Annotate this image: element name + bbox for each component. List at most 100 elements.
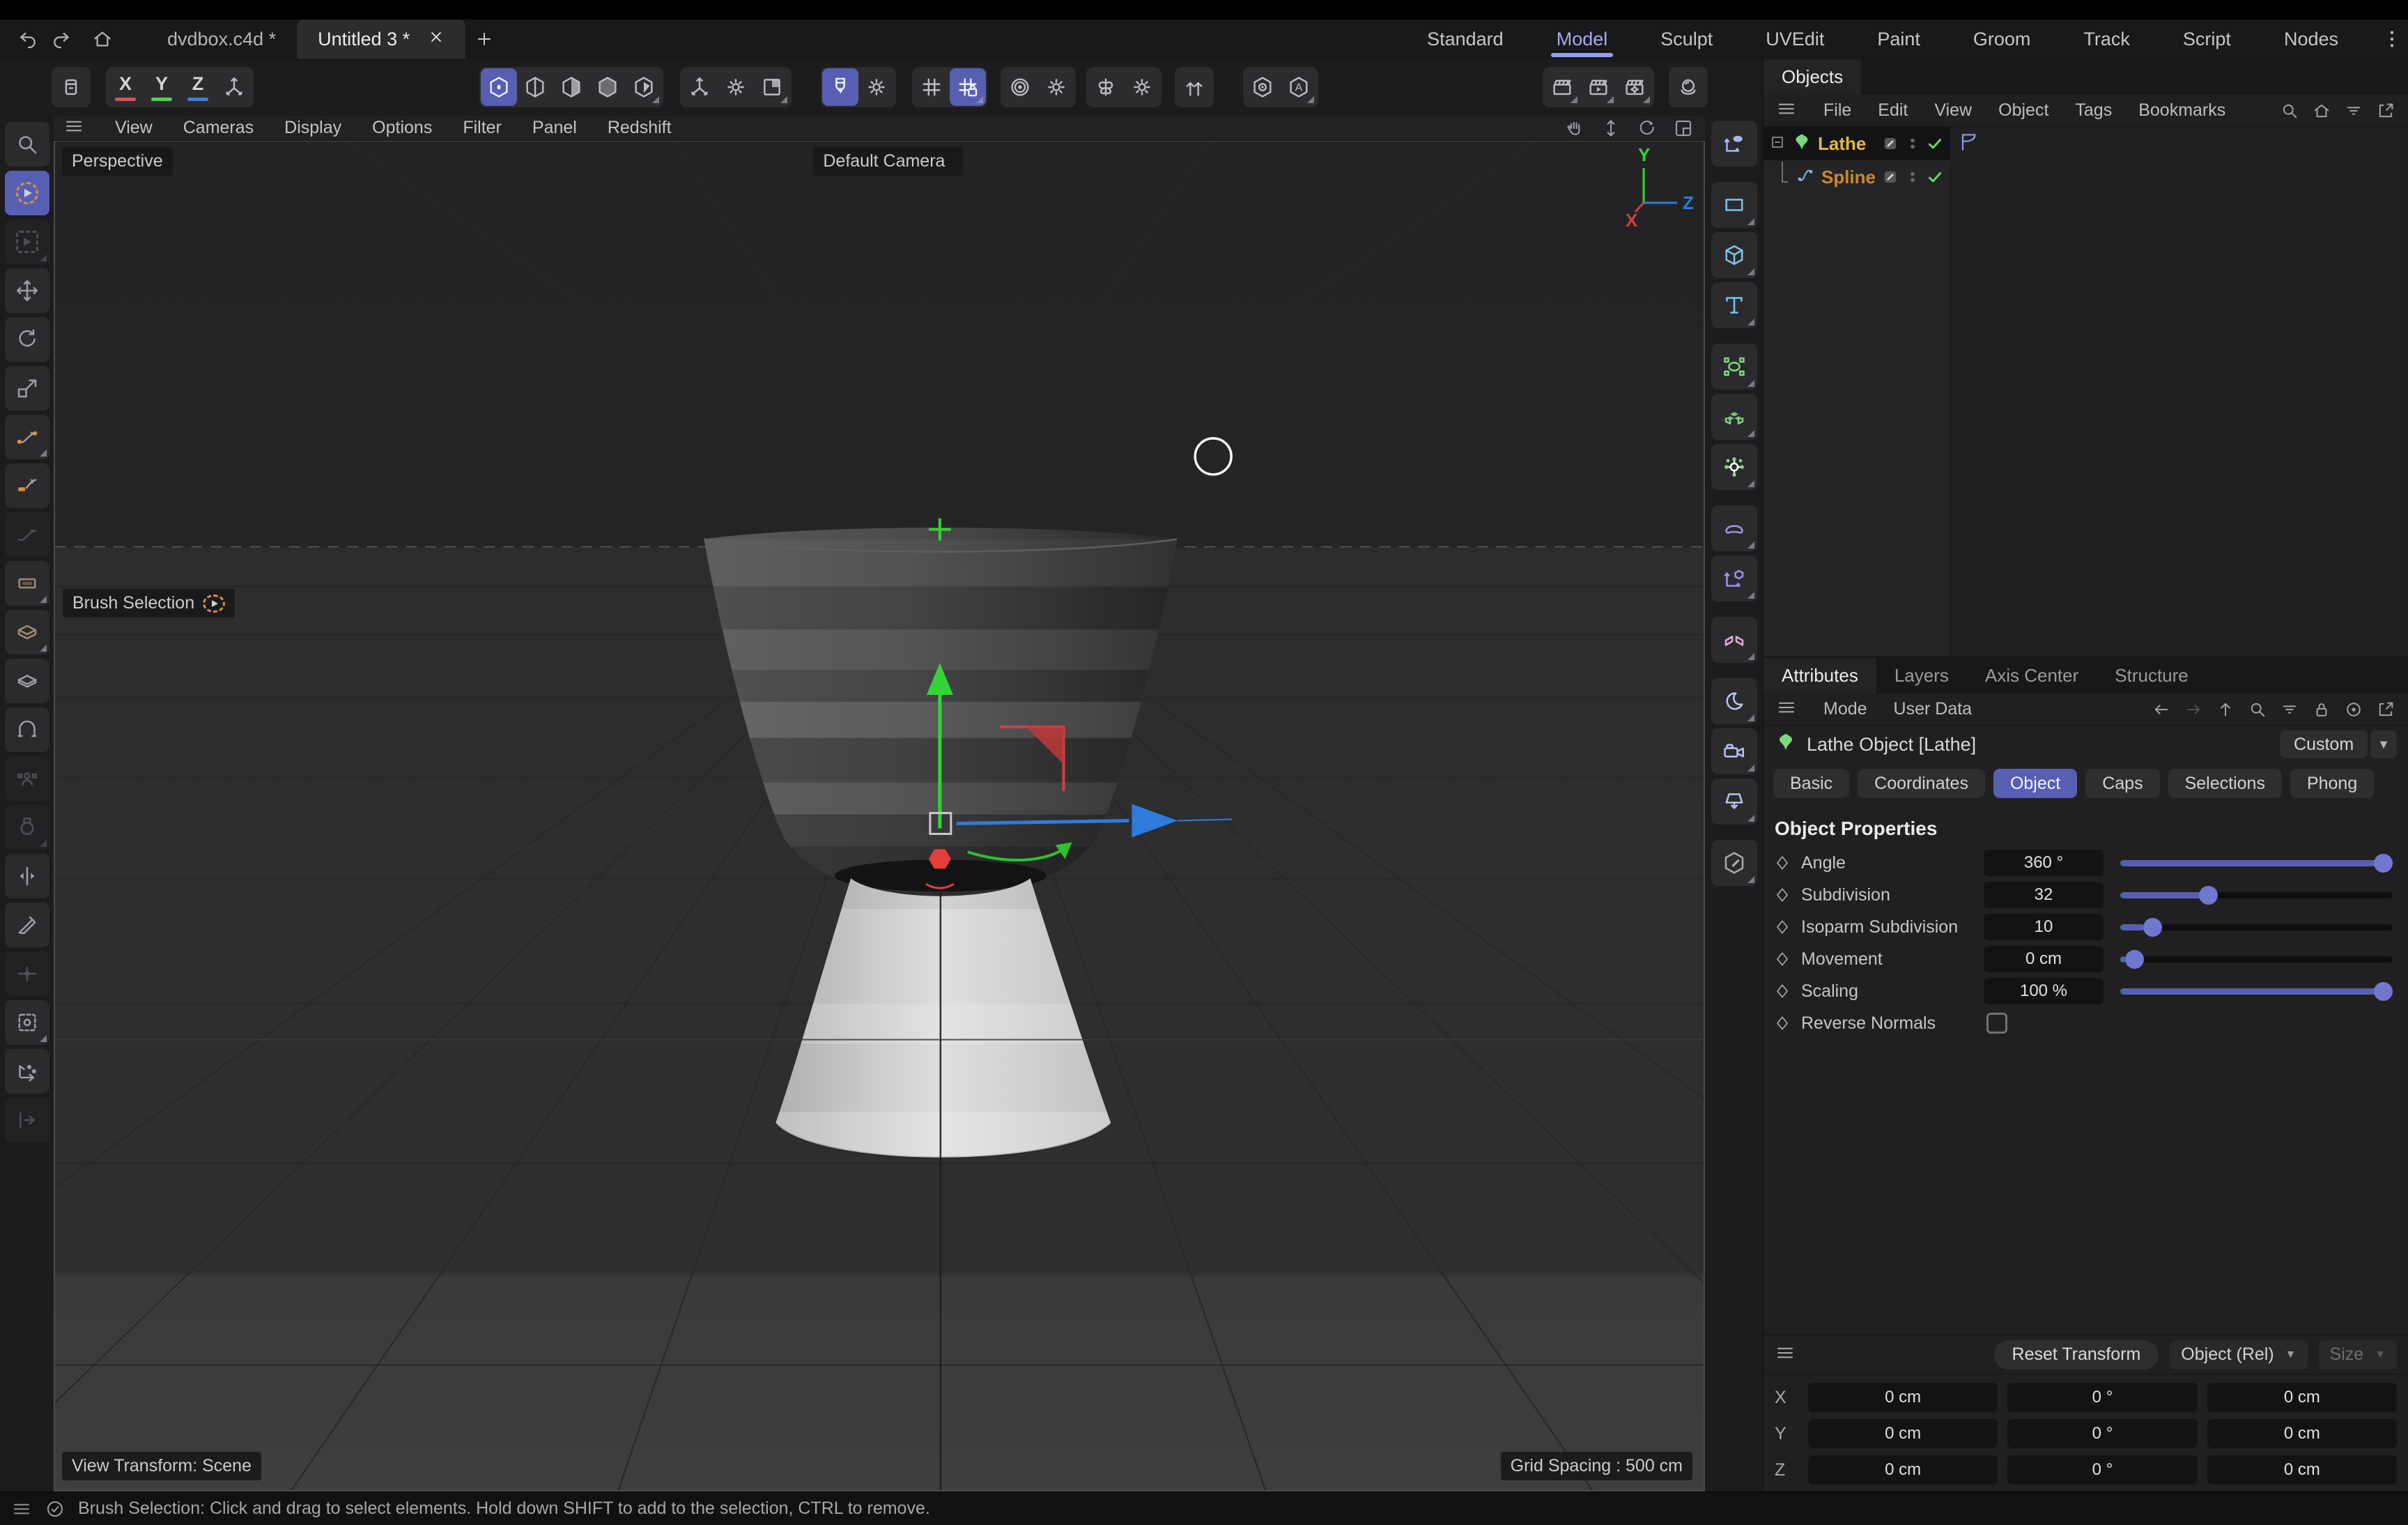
spline-rectangle-object-button[interactable] xyxy=(1711,182,1757,228)
new-window-icon[interactable] xyxy=(2376,700,2395,719)
bridge-tool-button[interactable] xyxy=(5,707,49,752)
coordinate-field-x-2[interactable]: 0 cm xyxy=(2207,1383,2397,1412)
axis-z-toggle-button[interactable]: Z xyxy=(180,68,216,106)
edit-toggle-icon[interactable] xyxy=(1881,168,1899,186)
spline-pen-tool-button[interactable] xyxy=(5,415,49,459)
content-browser-button[interactable] xyxy=(53,68,89,106)
snap-settings-button[interactable] xyxy=(858,68,895,106)
objects-menu-bookmarks[interactable]: Bookmarks xyxy=(2138,100,2225,121)
record-icon[interactable] xyxy=(2344,700,2363,719)
property-slider[interactable] xyxy=(2120,882,2393,908)
coordinate-field-z-0[interactable]: 0 cm xyxy=(1808,1455,1998,1485)
knife-tool-button[interactable] xyxy=(5,903,49,947)
layout-tab-uvedit[interactable]: UVEdit xyxy=(1739,20,1851,59)
axis-deformer-button[interactable] xyxy=(1711,555,1757,601)
viewport-menu-filter[interactable]: Filter xyxy=(463,118,502,138)
bevel-tool-button[interactable] xyxy=(5,659,49,703)
maximize-view-icon[interactable] xyxy=(1673,118,1694,139)
objects-menu-edit[interactable]: Edit xyxy=(1878,100,1908,121)
slider-handle[interactable] xyxy=(2199,886,2218,905)
viewport-solo-button[interactable] xyxy=(1244,68,1281,106)
edge-mode-button[interactable] xyxy=(553,68,589,106)
layout-tab-nodes[interactable]: Nodes xyxy=(2258,20,2365,59)
tweak-mode-button[interactable] xyxy=(481,68,517,106)
symmetry-object-button[interactable] xyxy=(1711,617,1757,663)
user-data-menu[interactable]: User Data xyxy=(1894,699,1973,719)
viewport-menu-cameras[interactable]: Cameras xyxy=(183,118,254,138)
enabled-check-icon[interactable] xyxy=(1926,168,1944,186)
property-slider[interactable] xyxy=(2120,914,2393,940)
layout-tab-sculpt[interactable]: Sculpt xyxy=(1634,20,1739,59)
axis-tool-button[interactable] xyxy=(216,68,252,106)
annotation-filter-button[interactable]: A xyxy=(1281,68,1317,106)
tab-attributes[interactable]: Attributes xyxy=(1763,658,1876,693)
slider-handle[interactable] xyxy=(2125,950,2144,969)
property-slider[interactable] xyxy=(2120,978,2393,1004)
bend-deformer-button[interactable] xyxy=(1711,505,1757,551)
layout-tab-standard[interactable]: Standard xyxy=(1400,20,1530,59)
layout-tab-model[interactable]: Model xyxy=(1530,20,1635,59)
quantize-toggle-button[interactable] xyxy=(950,68,986,106)
spline-sketch-tool-button[interactable] xyxy=(5,463,49,508)
section-tab-selections[interactable]: Selections xyxy=(2168,769,2282,798)
axis-x-toggle-button[interactable]: X xyxy=(107,68,144,106)
viewport-menu-display[interactable]: Display xyxy=(284,118,341,138)
search-icon[interactable] xyxy=(2248,700,2267,719)
slide-tool-button[interactable] xyxy=(5,951,49,996)
section-tab-object[interactable]: Object xyxy=(1993,769,2077,798)
axis-y-toggle-button[interactable]: Y xyxy=(144,68,180,106)
objects-menu-object[interactable]: Object xyxy=(1998,100,2048,121)
point-mode-button[interactable] xyxy=(517,68,553,106)
camera-object-button[interactable] xyxy=(1711,728,1757,774)
camera-label[interactable]: Default Camera xyxy=(813,147,963,176)
loop-selection-tool-button[interactable] xyxy=(5,805,49,850)
section-tab-phong[interactable]: Phong xyxy=(2290,769,2374,798)
layout-tab-script[interactable]: Script xyxy=(2156,20,2258,59)
lathe-spline-tag-icon[interactable] xyxy=(1957,131,1979,157)
size-dropdown[interactable]: Size▼ xyxy=(2319,1340,2397,1370)
property-value-field[interactable]: 32 xyxy=(1984,882,2104,908)
filter-icon[interactable] xyxy=(2280,700,2299,719)
axis-mode-button[interactable] xyxy=(681,68,718,106)
visibility-dots-icon[interactable] xyxy=(1904,135,1922,153)
property-slider[interactable] xyxy=(2120,946,2393,972)
property-value-field[interactable]: 0 cm xyxy=(1984,946,2104,972)
viewport-menu-view[interactable]: View xyxy=(115,118,153,138)
lock-icon[interactable] xyxy=(2312,700,2331,719)
render-settings-button[interactable] xyxy=(1616,68,1653,106)
cube-object-button[interactable] xyxy=(1711,232,1757,278)
tab-objects[interactable]: Objects xyxy=(1763,59,1861,95)
tab-axis-center[interactable]: Axis Center xyxy=(1967,658,2097,693)
axis-settings-button[interactable] xyxy=(718,68,754,106)
viewport-menu-panel[interactable]: Panel xyxy=(532,118,577,138)
up-icon[interactable] xyxy=(2216,700,2235,719)
attributes-menu-icon[interactable] xyxy=(1776,697,1797,721)
dolly-view-icon[interactable] xyxy=(1600,118,1621,139)
spline-smooth-tool-button[interactable] xyxy=(5,512,49,557)
light-object-button[interactable] xyxy=(1711,779,1757,825)
symmetry-toggle-button[interactable] xyxy=(1088,68,1124,106)
transfer-tool-button[interactable] xyxy=(5,1098,49,1142)
coordinate-field-y-2[interactable]: 0 cm xyxy=(2207,1419,2397,1448)
grid-toggle-button[interactable] xyxy=(913,68,950,106)
objects-menu-view[interactable]: View xyxy=(1934,100,1972,121)
snap-toggle-button[interactable] xyxy=(822,68,858,106)
mode-menu[interactable]: Mode xyxy=(1823,699,1867,719)
polygon-pen-tool-button[interactable] xyxy=(5,610,49,654)
coordinate-field-y-1[interactable]: 0 ° xyxy=(2007,1419,2197,1448)
spline-arc-tool-button[interactable] xyxy=(5,561,49,606)
property-value-field[interactable]: 10 xyxy=(1984,914,2104,940)
rotate-tool-button[interactable] xyxy=(5,317,49,362)
modeling-axis-button[interactable] xyxy=(1002,68,1038,106)
coordinate-field-y-0[interactable]: 0 cm xyxy=(1808,1419,1998,1448)
scale-tool-button[interactable] xyxy=(5,366,49,411)
visibility-dots-icon[interactable] xyxy=(1904,168,1922,186)
objects-menu-tags[interactable]: Tags xyxy=(2075,100,2112,121)
close-tab-icon[interactable] xyxy=(428,29,445,50)
section-tab-coordinates[interactable]: Coordinates xyxy=(1858,769,1985,798)
polygon-mode-button[interactable] xyxy=(589,68,626,106)
symmetry-settings-button[interactable] xyxy=(1124,68,1160,106)
coordinate-field-x-0[interactable]: 0 cm xyxy=(1808,1383,1998,1412)
environment-object-button[interactable] xyxy=(1711,678,1757,724)
split-tool-button[interactable] xyxy=(5,854,49,898)
